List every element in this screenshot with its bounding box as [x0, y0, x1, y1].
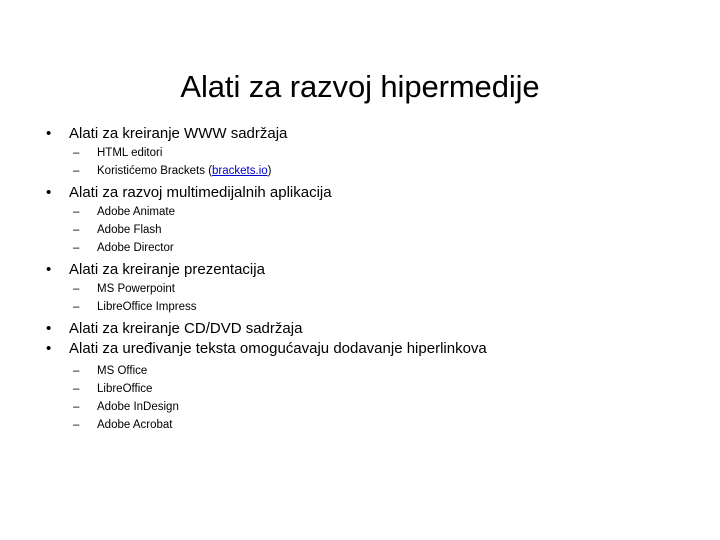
outline-group: • Alati za uređivanje teksta omogućavaju… [40, 339, 680, 434]
bullet-icon: • [46, 184, 52, 201]
bullet-level2: – Adobe Director [40, 239, 680, 257]
bullet-icon: • [46, 320, 52, 337]
slide-title: Alati za razvoj hipermedije [180, 68, 540, 104]
bullet-level2-label: MS Powerpoint [97, 283, 175, 295]
bullet-level2-label: LibreOffice [97, 383, 153, 395]
bullet-level1: • Alati za razvoj multimedijalnih aplika… [40, 183, 680, 203]
slide-content-placeholder: • Alati za kreiranje WWW sadržaja – HTML… [40, 124, 680, 434]
dash-icon: – [73, 419, 80, 431]
bullet-level2: – Adobe InDesign [40, 398, 680, 416]
bullet-level2: – Adobe Flash [40, 221, 680, 239]
bullet-level2: – HTML editori [40, 144, 680, 162]
dash-icon: – [73, 283, 80, 295]
bullet-level1: • Alati za kreiranje CD/DVD sadržaja [40, 319, 680, 339]
bullet-level1: • Alati za kreiranje WWW sadržaja [40, 124, 680, 144]
bullet-level2: – LibreOffice [40, 380, 680, 398]
bullet-level1: • Alati za kreiranje prezentacija [40, 260, 680, 280]
bullet-level2-label: Adobe Acrobat [97, 419, 173, 431]
bullet-level2-label: Adobe Flash [97, 224, 162, 236]
bullet-icon: • [46, 340, 52, 357]
bullet-level2-label: HTML editori [97, 147, 163, 159]
bullet-level2-label-suffix: ) [267, 165, 272, 177]
dash-icon: – [73, 401, 80, 413]
bullet-level2-label: Adobe Animate [97, 206, 176, 218]
bullet-level1-label: Alati za uređivanje teksta omogućavaju d… [69, 340, 487, 357]
outline-group: • Alati za kreiranje WWW sadržaja – HTML… [40, 124, 680, 183]
bullet-level2: – LibreOffice Impress [40, 298, 680, 316]
bullet-level2-label-prefix: Koristićemo Brackets ( [97, 165, 213, 177]
bullet-level2: – Adobe Acrobat [40, 416, 680, 434]
bullet-level1-label: Alati za kreiranje CD/DVD sadržaja [69, 320, 303, 337]
dash-icon: – [73, 242, 80, 254]
bullet-level2-label: LibreOffice Impress [97, 301, 197, 313]
dash-icon: – [73, 301, 80, 313]
bullet-level2: – MS Powerpoint [40, 280, 680, 298]
bullet-level2: – Adobe Animate [40, 203, 680, 221]
bullet-level2-label: MS Office [97, 365, 148, 377]
bullet-level1: • Alati za uređivanje teksta omogućavaju… [40, 339, 680, 359]
bullet-icon: • [46, 261, 52, 278]
bullet-level1-label: Alati za kreiranje prezentacija [69, 261, 265, 278]
brackets-io-hyperlink[interactable]: brackets.io [212, 165, 268, 177]
bullet-level2-label: Adobe InDesign [97, 401, 179, 413]
dash-icon: – [73, 365, 80, 377]
outline-group: • Alati za kreiranje prezentacija – MS P… [40, 260, 680, 319]
dash-icon: – [73, 383, 80, 395]
dash-icon: – [73, 165, 80, 177]
bullet-level1-label: Alati za razvoj multimedijalnih aplikaci… [69, 184, 332, 201]
dash-icon: – [73, 147, 80, 159]
bullet-level2-label: Adobe Director [97, 242, 174, 254]
dash-icon: – [73, 224, 80, 236]
bullet-level2: – MS Office [40, 362, 680, 380]
bullet-icon: • [46, 125, 52, 142]
bullet-level1-label: Alati za kreiranje WWW sadržaja [69, 125, 288, 142]
outline-group: • Alati za razvoj multimedijalnih aplika… [40, 183, 680, 260]
bullet-level2: – Koristićemo Brackets (brackets.io) [40, 162, 680, 180]
slide-canvas: Alati za razvoj hipermedije • Alati za k… [0, 0, 720, 540]
outline-group: • Alati za kreiranje CD/DVD sadržaja [40, 319, 680, 339]
dash-icon: – [73, 206, 80, 218]
